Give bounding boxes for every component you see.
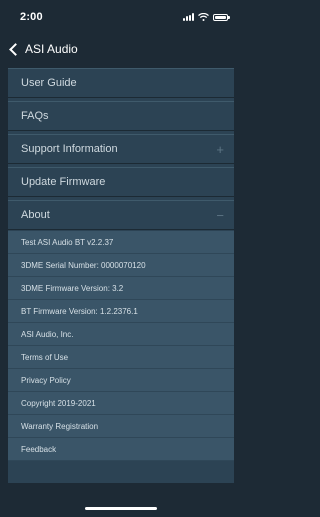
status-time: 2:00 [20, 11, 43, 23]
menu-item-support-information[interactable]: Support Information + [8, 134, 234, 164]
menu-item-label: Support Information [21, 143, 118, 155]
menu-item-user-guide[interactable]: User Guide [8, 68, 234, 98]
menu-item-label: User Guide [21, 77, 77, 89]
minus-icon[interactable]: − [216, 209, 224, 222]
signal-icon [183, 13, 194, 21]
about-bt-firmware-version: BT Firmware Version: 1.2.2376.1 [8, 300, 234, 323]
about-privacy-policy-link[interactable]: Privacy Policy [8, 369, 234, 392]
about-warranty-registration-link[interactable]: Warranty Registration [8, 415, 234, 438]
back-chevron-icon[interactable] [9, 42, 22, 56]
about-feedback-link[interactable]: Feedback [8, 438, 234, 461]
status-icons [183, 13, 230, 21]
plus-icon[interactable]: + [216, 143, 224, 156]
about-serial-number: 3DME Serial Number: 0000070120 [8, 254, 234, 277]
about-app-version: Test ASI Audio BT v2.2.37 [8, 231, 234, 254]
about-terms-of-use-link[interactable]: Terms of Use [8, 346, 234, 369]
about-3dme-firmware-version: 3DME Firmware Version: 3.2 [8, 277, 234, 300]
back-button-label[interactable]: ASI Audio [25, 42, 78, 56]
status-bar: 2:00 [0, 0, 242, 34]
menu-item-label: About [21, 209, 50, 221]
wifi-icon [198, 13, 209, 21]
menu-item-label: FAQs [21, 110, 49, 122]
nav-bar[interactable]: ASI Audio [0, 34, 242, 64]
menu-item-update-firmware[interactable]: Update Firmware [8, 167, 234, 197]
about-company[interactable]: ASI Audio, Inc. [8, 323, 234, 346]
menu-item-label: Update Firmware [21, 176, 106, 188]
about-copyright: Copyright 2019-2021 [8, 392, 234, 415]
about-list: Test ASI Audio BT v2.2.37 3DME Serial Nu… [8, 231, 234, 461]
menu-item-faqs[interactable]: FAQs [8, 101, 234, 131]
home-indicator[interactable] [85, 507, 157, 510]
settings-panel: User Guide FAQs Support Information + Up… [8, 68, 234, 483]
menu-item-about[interactable]: About − [8, 200, 234, 230]
battery-icon [213, 13, 230, 21]
